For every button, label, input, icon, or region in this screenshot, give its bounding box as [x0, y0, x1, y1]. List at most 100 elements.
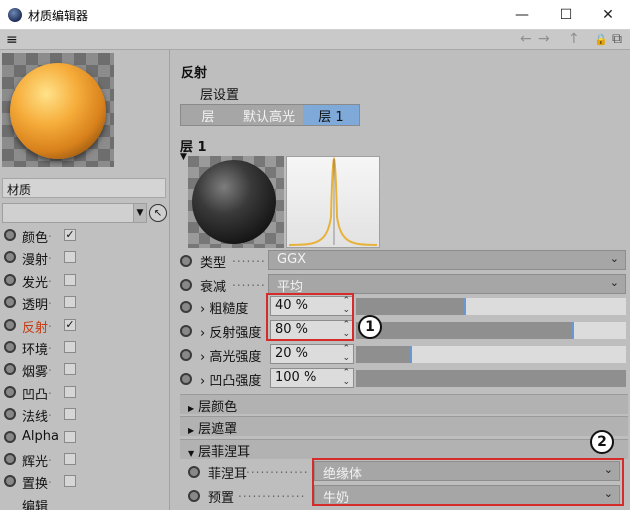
channel-dot-icon [4, 273, 16, 286]
bump-strength-row: › 凹凸强度 100 % ⌃ ⌄ [172, 367, 628, 391]
channel-label: 发光 [22, 275, 49, 291]
channel-item[interactable]: 烟雾. [0, 358, 170, 380]
forward-arrow-icon[interactable]: → [538, 31, 550, 47]
preset-label: 预置 [208, 491, 235, 506]
chevron-down-icon: ⌄ [609, 252, 619, 265]
channel-checkbox[interactable] [64, 385, 76, 398]
specular-curve [288, 156, 378, 246]
channel-label: 辉光 [22, 455, 49, 470]
pick-arrow-icon[interactable]: ↖ [149, 204, 167, 222]
roughness-slider[interactable] [356, 298, 626, 315]
maximize-button[interactable]: ☐ [546, 2, 586, 28]
channel-item[interactable]: 编辑 [0, 493, 170, 510]
channel-label: 置换 [22, 477, 49, 493]
channel-checkbox[interactable] [64, 430, 76, 443]
chevron-down-icon: ⌄ [609, 276, 619, 289]
channel-label: 漫射 [22, 253, 49, 269]
channel-dot-icon [4, 430, 16, 443]
channel-label: 透明 [22, 298, 49, 314]
collapse-caret-icon[interactable]: ▼ [180, 152, 187, 162]
bump-strength-input[interactable]: 100 % ⌃ ⌄ [270, 368, 354, 388]
annotation-box-2 [312, 458, 624, 506]
roughness-slider-rest [466, 298, 626, 315]
specular-strength-value: 20 % [275, 346, 309, 361]
tab-layer[interactable]: 层 [181, 105, 235, 125]
channel-checkbox[interactable] [64, 251, 76, 264]
animate-dot-icon[interactable] [180, 301, 192, 313]
material-preview[interactable] [2, 53, 114, 167]
channel-checkbox[interactable] [64, 363, 76, 376]
channel-dot-icon [4, 341, 16, 353]
channel-item[interactable]: 法线. [0, 403, 170, 425]
animate-dot-icon[interactable] [188, 466, 200, 478]
channel-item[interactable]: 颜色. ✓ [0, 224, 170, 246]
channel-item[interactable]: 反射. ✓ [0, 314, 170, 336]
bump-strength-slider[interactable] [356, 370, 626, 387]
specular-strength-row: › 高光强度 20 % ⌃ ⌄ [172, 343, 628, 367]
close-button[interactable]: ✕ [588, 2, 628, 28]
toolbar [0, 30, 630, 50]
roughness-row: › 粗糙度 40 % ⌃ ⌄ [172, 295, 628, 319]
channel-item[interactable]: 凹凸. [0, 381, 170, 403]
channel-label: 凹凸 [22, 387, 49, 403]
annotation-box-1 [266, 293, 354, 341]
type-dropdown[interactable]: GGX ⌄ [268, 250, 626, 270]
animate-dot-icon[interactable] [180, 255, 192, 267]
channel-checkbox[interactable] [64, 453, 76, 465]
animate-dot-icon[interactable] [180, 279, 192, 291]
minimize-button[interactable]: — [502, 2, 542, 28]
animate-dot-icon[interactable] [180, 325, 192, 337]
specular-strength-slider-fill [356, 346, 410, 363]
tab-layer-1[interactable]: 层 1 [303, 105, 359, 125]
channel-checkbox[interactable] [64, 273, 76, 286]
channel-dot-icon [4, 408, 16, 421]
channel-label: 编辑 [22, 499, 49, 510]
type-label: 类型 [200, 256, 227, 271]
up-arrow-icon[interactable]: ↑ [568, 31, 580, 47]
animate-dot-icon[interactable] [180, 349, 192, 361]
reflect-strength-slider-rest [574, 322, 626, 339]
menu-icon[interactable]: ≡ [6, 33, 18, 47]
spinner-icon[interactable]: ⌃ ⌄ [342, 345, 350, 363]
group-layer-color[interactable]: ▶ 层颜色 [180, 394, 628, 415]
layer-preview-sphere [192, 160, 276, 244]
attenuation-row: 衰减 ....... 平均 ⌄ [172, 273, 628, 297]
channel-checkbox[interactable]: ✓ [64, 229, 76, 241]
channel-item[interactable]: 漫射. [0, 246, 170, 268]
channel-label: 反射 [22, 320, 49, 336]
reflect-strength-label: › 反射强度 [200, 326, 262, 341]
bump-strength-slider-fill [356, 370, 626, 387]
chevron-down-icon[interactable]: ▼ [133, 203, 147, 223]
back-arrow-icon[interactable]: ← [520, 31, 532, 47]
material-dropdown[interactable] [2, 203, 134, 223]
channel-item[interactable]: 辉光. [0, 448, 170, 470]
channel-checkbox[interactable] [64, 341, 76, 353]
specular-strength-input[interactable]: 20 % ⌃ ⌄ [270, 344, 354, 364]
channel-checkbox[interactable] [64, 475, 76, 488]
channel-checkbox[interactable] [64, 296, 76, 309]
group-layer-fresnel[interactable]: ▼ 层菲涅耳 [180, 439, 628, 460]
specular-strength-slider[interactable] [356, 346, 626, 363]
channel-item[interactable]: Alpha. [0, 426, 170, 448]
channel-checkbox[interactable] [64, 408, 76, 421]
preview-sphere [10, 63, 106, 159]
spinner-icon[interactable]: ⌃ ⌄ [342, 369, 350, 387]
expand-caret-icon: ▶ [188, 426, 195, 435]
channel-checkbox[interactable]: ✓ [64, 318, 76, 331]
channel-item[interactable]: 透明. [0, 291, 170, 313]
material-name-field[interactable]: 材质 [2, 178, 166, 198]
group-layer-mask[interactable]: ▶ 层遮罩 [180, 416, 628, 437]
new-window-icon[interactable]: ⧉ [612, 31, 622, 47]
animate-dot-icon[interactable] [188, 490, 200, 502]
attenuation-dropdown[interactable]: 平均 ⌄ [268, 274, 626, 295]
channel-item[interactable]: 环境. [0, 336, 170, 358]
channel-item[interactable]: 发光. [0, 269, 170, 291]
channel-label: 颜色 [22, 231, 49, 246]
attenuation-label: 衰减 [200, 280, 227, 295]
channel-dot-icon [4, 296, 16, 309]
channel-item[interactable]: 置换. [0, 470, 170, 492]
reflect-strength-slider[interactable] [356, 322, 626, 339]
tab-default-specular[interactable]: 默认高光 [235, 105, 303, 125]
lock-icon[interactable]: 🔒 [594, 33, 608, 46]
animate-dot-icon[interactable] [180, 373, 192, 385]
